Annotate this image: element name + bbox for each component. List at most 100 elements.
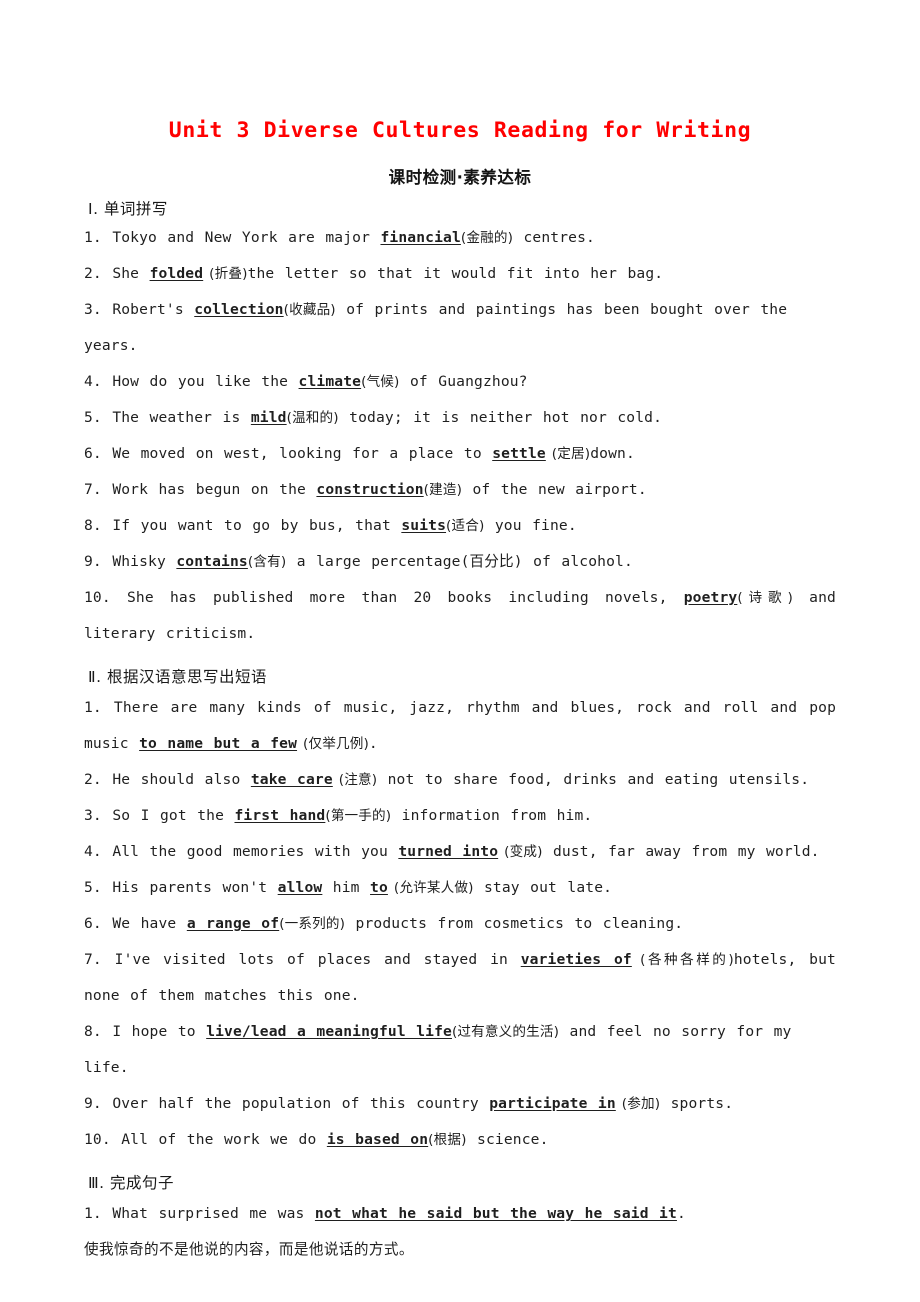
question-item: 4. All the good memories with you turned… [84,834,836,870]
page-subtitle: 课时检测·素养达标 [388,168,532,187]
question-item: 1. What surprised me was not what he sai… [84,1196,836,1232]
item-pre-text: How do you like the [112,373,299,390]
item-gloss: (变成) [498,844,543,860]
item-pre-text: So I got the [112,807,235,824]
item-gloss: (一系列的) [279,916,346,932]
item-answer: mild [250,409,287,426]
item-gloss: (折叠) [203,266,248,282]
item-answer: folded [149,265,204,282]
item-post-text: centres. [513,229,595,246]
question-item: 2. She folded (折叠)the letter so that it … [84,256,836,292]
item-number: 9. [84,553,102,570]
item-post-text: of the new airport. [462,481,647,498]
item-gloss: (注意) [332,772,378,788]
item-answer: climate [298,373,362,390]
item-answer: construction [316,481,424,498]
item-post-text: . [676,1205,686,1222]
item-post-text: information from him. [391,807,593,824]
item-answer: financial [380,229,461,246]
question-item: 10. All of the work we do is based on(根据… [84,1122,836,1158]
item-answer: allow [277,879,323,896]
item-number: 1. [84,229,102,246]
question-item: 7. I've visited lots of places and staye… [84,942,836,1014]
item-number: 8. [84,517,102,534]
question-item: 7. Work has begun on the construction(建造… [84,472,836,508]
item-post-text: products from cosmetics to cleaning. [345,915,684,932]
item-number: 8. [84,1023,102,1040]
item-answer: take care [250,771,333,788]
item-gloss: (定居) [545,446,591,462]
exercise-content: Ⅰ. 单词拼写 1. Tokyo and New York are major … [84,198,836,1268]
chinese-translation: 使我惊奇的不是他说的内容，而是他说话的方式。 [84,1241,414,1258]
item-pre-text: He should also [112,771,251,788]
item-post-text: stay out late. [473,879,613,896]
item-pre-text: Work has begun on the [112,481,317,498]
document-page: Unit 3 Diverse Cultures Reading for Writ… [0,0,920,1302]
item-pre-text: His parents won't [112,879,278,896]
item-number: 10. [84,1131,111,1148]
item-pre-text: All of the work we do [121,1131,327,1148]
item-gloss: (第一手的) [325,808,392,824]
item-gloss: (金融的) [460,230,514,246]
item-number: 7. [84,951,102,968]
item-gloss: (诗歌) [737,590,793,606]
item-pre-text: We have [112,915,187,932]
item-gloss: (气候) [361,374,400,390]
item-answer: first hand [234,807,326,824]
item-pre-text: I've visited lots of places and stayed i… [114,951,521,968]
question-item: 8. I hope to live/lead a meaningful life… [84,1014,836,1086]
item-post-text: the letter so that it would fit into her… [247,265,664,282]
item-pre-text: She has published more than 20 books inc… [127,589,684,606]
question-item: 9. Whisky contains(含有) a large percentag… [84,544,836,580]
item-gloss: (允许某人做) [387,880,474,896]
item-number: 1. [84,699,102,716]
question-item: 4. How do you like the climate(气候) of Gu… [84,364,836,400]
item-pre-text: Whisky [112,553,177,570]
question-item: 3. So I got the first hand(第一手的) informa… [84,798,836,834]
item-mid-text: him [322,879,371,896]
item-number: 6. [84,915,102,932]
item-pre-text: The weather is [112,409,251,426]
item-answer: collection [194,301,284,318]
item-answer: settle [492,445,546,462]
item-pre-text: All the good memories with you [112,843,399,860]
question-item: 9. Over half the population of this coun… [84,1086,836,1122]
item-number: 3. [84,301,102,318]
item-post-text: sports. [660,1095,734,1112]
item-pre-text: What surprised me was [112,1205,315,1222]
item-post-text: down. [590,445,635,462]
item-pre-text: I hope to [112,1023,207,1040]
section-heading-2: Ⅱ. 根据汉语意思写出短语 [88,668,267,686]
item-post-text: dust, far away from my world. [542,843,820,860]
item-number: 4. [84,373,102,390]
item-gloss: (各种各样的) [631,952,734,968]
item-post-text: a large percentage(百分比) of alcohol. [286,553,633,570]
item-post-text: of Guangzhou? [399,373,528,390]
item-gloss: (温和的) [286,410,339,426]
item-answer: to name but a few [139,735,298,752]
question-item: 6. We moved on west, looking for a place… [84,436,836,472]
item-number: 2. [84,265,102,282]
item-post-text: science. [466,1131,549,1148]
item-answer: a range of [186,915,280,932]
item-pre-text: Robert's [112,301,195,318]
item-number: 3. [84,807,102,824]
item-answer: not what he said but the way he said it [314,1205,677,1222]
item-gloss: (参加) [615,1096,661,1112]
item-number: 5. [84,879,102,896]
item-pre-text: She [112,265,150,282]
item-post-text: you fine. [484,517,577,534]
item-post-text: . [368,735,378,752]
item-answer: varieties of [520,951,632,968]
question-item: 5. His parents won't allow him to (允许某人做… [84,870,836,906]
item-pre-text: Tokyo and New York are major [112,229,381,246]
item-number: 5. [84,409,102,426]
question-item: 5. The weather is mild(温和的) today; it is… [84,400,836,436]
question-item: 8. If you want to go by bus, that suits(… [84,508,836,544]
item-gloss: (根据) [428,1132,467,1148]
question-item: 10. She has published more than 20 books… [84,580,836,652]
item-gloss: (过有意义的生活) [451,1024,560,1040]
question-item: 1. Tokyo and New York are major financia… [84,220,836,256]
question-item: 2. He should also take care (注意) not to … [84,762,836,798]
item-answer: is based on [326,1131,429,1148]
